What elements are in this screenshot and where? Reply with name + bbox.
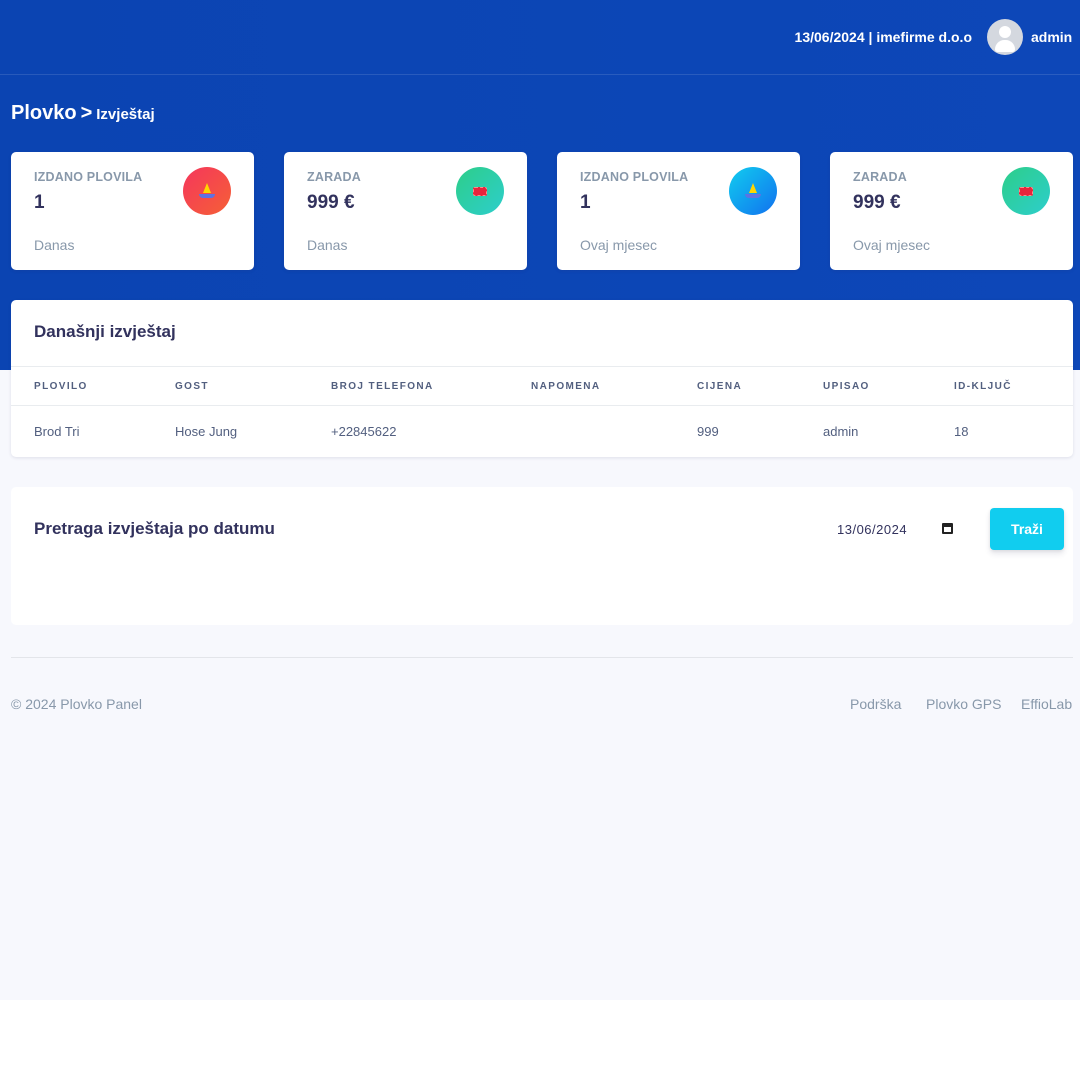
stat-value: 999 € [853, 192, 901, 213]
todays-report-card: Današnji izvještaj PLOVILO GOST BROJ TEL… [11, 300, 1073, 457]
footer-divider [11, 657, 1073, 658]
stat-title: ZARADA [307, 170, 361, 184]
column-header: ID-KLJUČ [954, 381, 1012, 392]
user-avatar-icon[interactable] [987, 19, 1023, 55]
breadcrumb-current: Izvještaj [96, 106, 155, 123]
table-cell: admin [823, 424, 859, 439]
search-button[interactable]: Traži [990, 508, 1064, 550]
breadcrumb-separator: > [80, 102, 93, 124]
top-navbar: 13/06/2024 | imefirme d.o.o admin [0, 0, 1080, 75]
stat-card-earnings-today: ZARADA 999 € Danas [284, 152, 527, 270]
ticket-icon [1002, 167, 1050, 215]
stat-period: Danas [307, 237, 348, 253]
stat-period: Ovaj mjesec [580, 237, 658, 253]
stat-card-vessels-month: IZDANO PLOVILA 1 Ovaj mjesec [557, 152, 800, 270]
boat-icon [729, 167, 777, 215]
company-name: imefirme d.o.o [876, 29, 972, 45]
footer-link-gps[interactable]: Plovko GPS [926, 696, 1001, 712]
date-input[interactable]: 13/06/2024 [837, 517, 957, 541]
column-header: UPISAO [823, 381, 870, 392]
footer-link-effiolab[interactable]: EffioLab [1021, 696, 1072, 712]
ticket-icon [456, 167, 504, 215]
footer-link-support[interactable]: Podrška [850, 696, 901, 712]
date-search-card: Pretraga izvještaja po datumu 13/06/2024… [11, 487, 1073, 625]
column-header: PLOVILO [34, 381, 88, 392]
date-company-info: 13/06/2024 | imefirme d.o.o [795, 29, 972, 45]
search-title: Pretraga izvještaja po datumu [34, 519, 275, 538]
table-cell: 999 [697, 424, 719, 439]
column-header: BROJ TELEFONA [331, 381, 434, 392]
column-header: CIJENA [697, 381, 743, 392]
report-title: Današnji izvještaj [34, 322, 176, 341]
breadcrumb-root[interactable]: Plovko [11, 102, 77, 124]
current-date: 13/06/2024 [794, 29, 865, 45]
calendar-icon[interactable] [942, 523, 953, 534]
table-cell: Hose Jung [175, 424, 238, 439]
stat-period: Ovaj mjesec [853, 237, 931, 253]
table-header: PLOVILO GOST BROJ TELEFONA NAPOMENA CIJE… [11, 366, 1073, 406]
username-label[interactable]: admin [1031, 29, 1072, 45]
table-cell: Brod Tri [34, 424, 80, 439]
table-cell: +22845622 [331, 424, 397, 439]
stat-value: 1 [34, 192, 45, 213]
column-header: GOST [175, 381, 209, 392]
stat-title: IZDANO PLOVILA [34, 170, 143, 184]
info-separator: | [868, 29, 873, 45]
date-input-value: 13/06/2024 [837, 521, 908, 537]
column-header: NAPOMENA [531, 381, 601, 392]
table-cell: 18 [954, 424, 969, 439]
stat-value: 1 [580, 192, 591, 213]
boat-icon [183, 167, 231, 215]
stat-card-vessels-today: IZDANO PLOVILA 1 Danas [11, 152, 254, 270]
breadcrumb: Plovko > Izvještaj [11, 102, 155, 125]
footer-copyright: © 2024 Plovko Panel [11, 696, 142, 712]
stat-title: ZARADA [853, 170, 907, 184]
stat-card-earnings-month: ZARADA 999 € Ovaj mjesec [830, 152, 1073, 270]
stat-value: 999 € [307, 192, 355, 213]
stat-title: IZDANO PLOVILA [580, 170, 689, 184]
stat-period: Danas [34, 237, 75, 253]
